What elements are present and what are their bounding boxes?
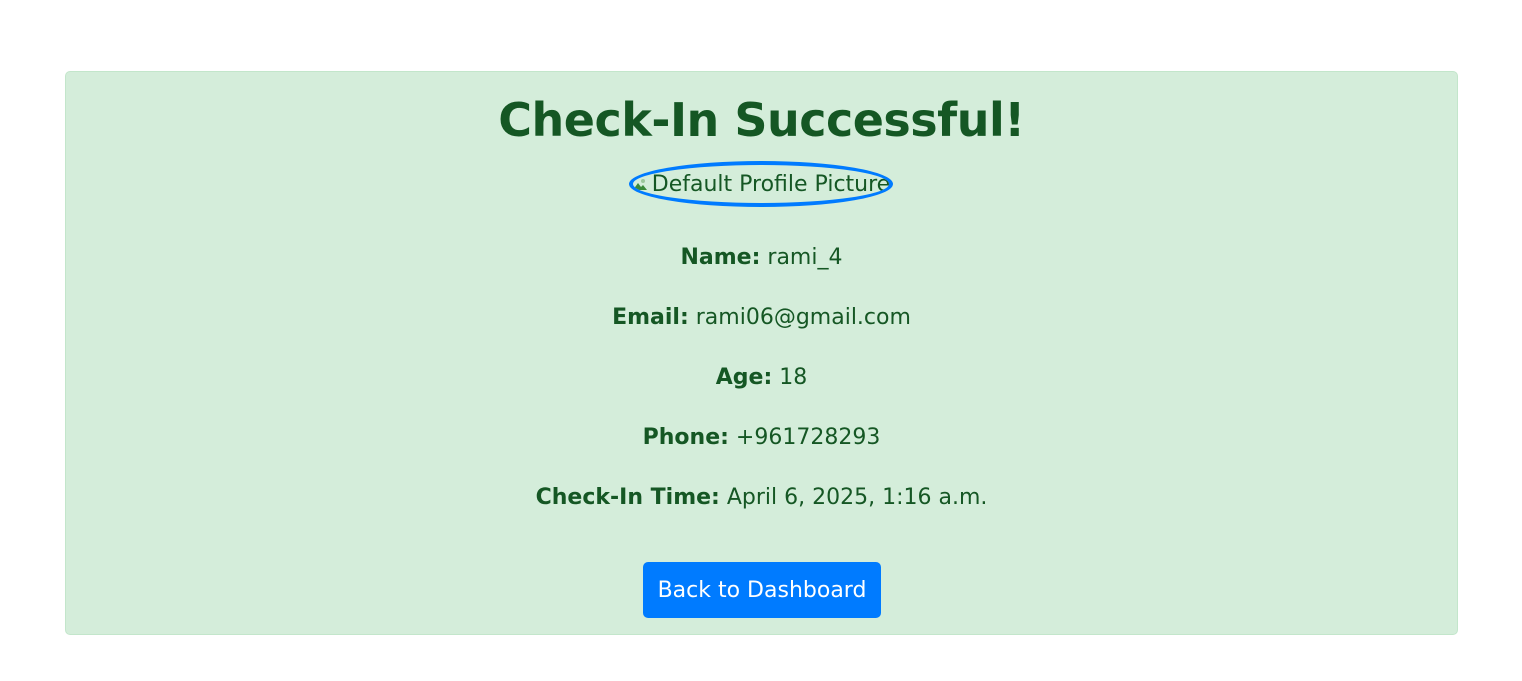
profile-picture: Default Profile Picture [629, 161, 893, 207]
detail-email-value: rami06@gmail.com [695, 305, 911, 330]
detail-checkin-time: Check-In Time: April 6, 2025, 1:16 a.m. [66, 483, 1457, 513]
detail-phone: Phone: +961728293 [66, 423, 1457, 453]
detail-checkin-time-value: April 6, 2025, 1:16 a.m. [726, 485, 988, 510]
detail-email-label: Email: [612, 305, 689, 330]
detail-email: Email: rami06@gmail.com [66, 303, 1457, 333]
detail-age-label: Age: [715, 365, 773, 390]
profile-picture-alt-text: Default Profile Picture [651, 171, 891, 197]
detail-age: Age: 18 [66, 363, 1457, 393]
broken-image-icon [633, 176, 648, 192]
detail-name-value: rami_4 [767, 245, 843, 270]
detail-name-label: Name: [680, 245, 761, 270]
detail-name: Name: rami_4 [66, 243, 1457, 273]
checkin-success-card: Check-In Successful! Default Profile Pic… [65, 71, 1458, 635]
detail-phone-value: +961728293 [735, 425, 881, 450]
back-to-dashboard-button[interactable]: Back to Dashboard [643, 562, 881, 618]
detail-phone-label: Phone: [642, 425, 729, 450]
page-title: Check-In Successful! [498, 93, 1025, 147]
detail-checkin-time-label: Check-In Time: [535, 485, 720, 510]
detail-age-value: 18 [779, 365, 808, 390]
